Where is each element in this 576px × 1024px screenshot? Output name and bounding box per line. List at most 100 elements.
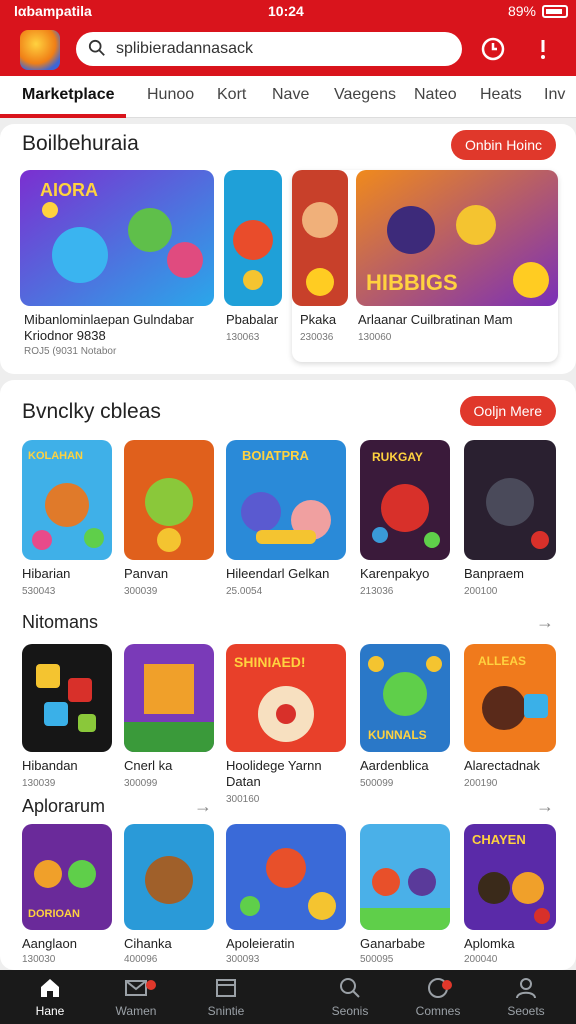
banner-text: HIBBIGS [366, 270, 458, 295]
game-card[interactable]: KUNNALS Aardenblica 500099 [360, 644, 450, 794]
notification-badge [146, 980, 156, 990]
tab-marketplace[interactable]: Marketplace [22, 86, 115, 104]
banner-text: ALLEAS [478, 654, 526, 668]
game-card[interactable]: KOLAHAN Hibarian 530043 [22, 440, 112, 600]
game-meta: 300099 [124, 778, 158, 789]
app-logo[interactable] [20, 30, 60, 70]
game-card[interactable]: Apoleieratin 300093 [226, 824, 346, 970]
game-title: Hoolidege Yarnn [226, 758, 322, 773]
see-more-button[interactable]: Ooljn Mere [459, 396, 556, 426]
tab-vaegens[interactable]: Vaegens [334, 86, 396, 104]
notification-badge [442, 980, 452, 990]
game-thumbnail: CHAYEN [464, 824, 556, 930]
banner-text: CHAYEN [472, 832, 526, 847]
games-section: Bvnclky cbleas Ooljn Mere KOLAHAN Hibari… [0, 380, 576, 970]
tab-hunoo[interactable]: Hunoo [147, 86, 194, 104]
nav-label: Seoets [507, 1004, 545, 1018]
game-meta: 130060 [358, 332, 392, 343]
game-thumbnail [124, 824, 214, 930]
arrow-right-icon[interactable]: → [194, 796, 212, 817]
game-meta: 400096 [124, 954, 158, 965]
banner-text: AIORA [40, 180, 98, 200]
nav-label: Comnes [415, 1004, 461, 1018]
mail-icon [125, 980, 147, 996]
battery-label: 89% [507, 3, 536, 19]
game-title: Mibanlominlaepan Gulndabar [24, 312, 194, 327]
tab-heats[interactable]: Heats [480, 86, 522, 104]
clock-icon[interactable] [480, 36, 506, 62]
game-title: Hibarian [22, 566, 71, 581]
game-meta: 300039 [124, 586, 158, 597]
game-meta: 500099 [360, 778, 394, 789]
game-card[interactable]: Cihanka 400096 [124, 824, 214, 970]
game-title: Arlaanar Cuilbratinan Mam [358, 312, 513, 327]
nav-label: Snintie [207, 1004, 245, 1018]
featured-card[interactable]: AIORA Mibanlominlaepan Gulndabar Kriodno… [20, 170, 214, 360]
game-title: Aanglaon [22, 936, 77, 951]
game-title: Aplomka [464, 936, 515, 951]
banner-text: DORIOAN [28, 908, 80, 920]
featured-card[interactable]: Pkaka 230036 HIBBIGS Arlaanar Cuilbratin… [292, 170, 558, 362]
arrow-right-icon[interactable]: → [536, 612, 554, 633]
clock: 10:24 [268, 3, 304, 19]
featured-card[interactable]: Pbabalar 130063 [224, 170, 282, 360]
nav-label: Seonis [331, 1004, 369, 1018]
game-title: Pkaka [300, 312, 337, 327]
game-card[interactable]: SHINIAED! Hoolidege Yarnn Datan 300160 [226, 644, 346, 814]
game-thumbnail [292, 170, 348, 306]
game-thumbnail: BOIATPRA [226, 440, 346, 560]
game-meta: 130039 [22, 778, 56, 789]
nav-profile[interactable]: Seoets [486, 976, 566, 1018]
search-bar[interactable]: splibieradannasack [76, 32, 462, 66]
nav-chat[interactable]: Comnes [398, 976, 478, 1018]
game-card[interactable]: Cnerl ka 300099 [124, 644, 214, 794]
game-meta: 130063 [226, 332, 260, 343]
game-card[interactable]: RUKGAY Karenpakyo 213036 [360, 440, 450, 600]
game-card[interactable]: Hibandan 130039 [22, 644, 112, 794]
carrier-label: lαbampatila [14, 3, 92, 19]
nav-mail[interactable]: Wamen [96, 976, 176, 1018]
game-meta: 130030 [22, 954, 56, 965]
alert-icon[interactable] [530, 36, 556, 62]
game-subtitle: Kriodnor 9838 [24, 328, 106, 343]
tab-nateo[interactable]: Nateo [414, 86, 457, 104]
game-thumbnail [360, 824, 450, 930]
search-icon [88, 39, 105, 56]
game-thumbnail: AIORA [20, 170, 214, 306]
tab-nave[interactable]: Nave [272, 86, 309, 104]
banner-text: KUNNALS [368, 728, 427, 742]
game-title: Alarectadnak [464, 758, 540, 773]
banner-text: RUKGAY [372, 450, 423, 464]
game-title: Banpraem [464, 566, 524, 581]
search-icon [340, 978, 360, 998]
game-card[interactable]: BOIATPRA Hileendarl Gelkan 25.0054 [226, 440, 346, 600]
tab-kort[interactable]: Kort [217, 86, 246, 104]
game-title: Karenpakyo [360, 566, 430, 581]
row-title: Nitomans [22, 612, 99, 632]
search-input[interactable]: splibieradannasack [116, 40, 253, 58]
see-more-button[interactable]: Onbin Hoinc [450, 130, 556, 160]
game-title: Apoleieratin [226, 936, 295, 951]
game-card[interactable]: Ganarbabe 500095 [360, 824, 450, 970]
game-title: Pbabalar [226, 312, 279, 327]
tab-inv[interactable]: Inv [544, 86, 565, 104]
game-card[interactable]: CHAYEN Aplomka 200040 [464, 824, 556, 970]
game-meta: 300093 [226, 954, 260, 965]
game-card[interactable]: Banpraem 200100 [464, 440, 556, 600]
game-meta: 300160 [226, 794, 260, 805]
game-card[interactable]: Panvan 300039 [124, 440, 214, 600]
game-meta: 200040 [464, 954, 498, 965]
banner-text: SHINIAED! [234, 654, 306, 670]
game-meta: ROJ5 (9031 Notabor [24, 346, 117, 357]
home-icon [41, 979, 59, 997]
game-meta: 213036 [360, 586, 394, 597]
game-card[interactable]: ALLEAS Alarectadnak 200190 [464, 644, 556, 794]
row-title: Aplorarum [22, 796, 106, 816]
nav-store[interactable]: Snintie [186, 976, 266, 1018]
nav-search[interactable]: Seonis [310, 976, 390, 1018]
status-bar: lαbampatila 10:24 89% [0, 0, 576, 24]
game-card[interactable]: DORIOAN Aanglaon 130030 [22, 824, 112, 970]
nav-home[interactable]: Hane [10, 976, 90, 1018]
arrow-right-icon[interactable]: → [536, 796, 554, 817]
game-thumbnail: RUKGAY [360, 440, 450, 560]
